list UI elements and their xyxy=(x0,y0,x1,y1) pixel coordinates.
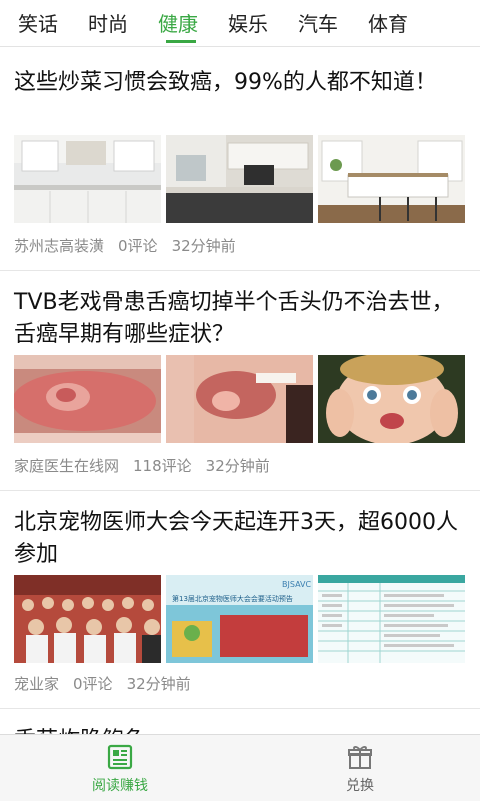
nav-read-earn[interactable]: 阅读赚钱 xyxy=(0,735,240,801)
tab-entertainment[interactable]: 娱乐 xyxy=(228,8,268,37)
article-title[interactable]: 这些炒菜习惯会致癌，99%的人都不知道！ xyxy=(14,67,466,99)
poster-title: 第13届北京宠物医师大会会要活动预告 xyxy=(172,594,293,603)
article-source: 苏州志高装潢 xyxy=(14,237,105,255)
child-face-photo xyxy=(318,355,465,443)
article-title[interactable]: 香菇炸脆鲍鱼 xyxy=(14,725,466,734)
article-meta: 宠业家 0评论 32分钟前 xyxy=(14,673,205,694)
article-title[interactable]: 北京宠物医师大会今天起连开3天，超6000人参加 xyxy=(14,507,466,571)
article-meta: 家庭医生在线网 118评论 32分钟前 xyxy=(14,455,284,476)
nav-label: 阅读赚钱 xyxy=(92,778,148,794)
kitchen-photo-3 xyxy=(318,135,465,223)
article-source: 宠业家 xyxy=(14,675,60,693)
schedule-table-image xyxy=(318,575,465,663)
tongue-photo-1 xyxy=(14,355,161,443)
comment-count: 0评论 xyxy=(73,675,113,693)
tab-cars[interactable]: 汽车 xyxy=(298,8,338,37)
comment-count: 118评论 xyxy=(133,457,192,475)
article-images[interactable] xyxy=(14,135,466,223)
comment-count: 0评论 xyxy=(118,237,158,255)
event-poster: BJSAVC 第13届北京宠物医师大会会要活动预告 xyxy=(166,575,313,663)
publish-time: 32分钟前 xyxy=(171,237,236,255)
article-images[interactable]: BJSAVC 第13届北京宠物医师大会会要活动预告 xyxy=(14,575,466,663)
bottom-navigation: 阅读赚钱 兑换 xyxy=(0,734,480,801)
kitchen-photo-1 xyxy=(14,135,161,223)
gift-box-icon xyxy=(348,746,372,769)
category-tab-bar: 笑话 时尚 健康 娱乐 汽车 体育 xyxy=(0,0,480,47)
tongue-photo-2 xyxy=(166,355,313,443)
article-title[interactable]: TVB老戏骨患舌癌切掉半个舌头仍不治去世，舌癌早期有哪些症状？ xyxy=(14,287,466,351)
nav-exchange[interactable]: 兑换 xyxy=(240,735,480,801)
publish-time: 32分钟前 xyxy=(126,675,191,693)
nav-label: 兑换 xyxy=(346,778,374,794)
article-meta: 苏州志高装潢 0评论 32分钟前 xyxy=(14,235,250,256)
newspaper-icon xyxy=(107,744,133,770)
poster-badge: BJSAVC xyxy=(282,580,312,589)
tab-jokes[interactable]: 笑话 xyxy=(18,8,58,37)
article-card[interactable]: 这些炒菜习惯会致癌，99%的人都不知道！ 苏州志高装潢 0评论 32分钟前 xyxy=(0,47,480,271)
conference-audience-photo xyxy=(14,575,161,663)
kitchen-photo-2 xyxy=(166,135,313,223)
article-card[interactable]: 香菇炸脆鲍鱼 xyxy=(0,709,480,734)
article-images[interactable] xyxy=(14,355,466,443)
tab-fashion[interactable]: 时尚 xyxy=(88,8,128,37)
tab-health[interactable]: 健康 xyxy=(158,8,198,37)
article-source: 家庭医生在线网 xyxy=(14,457,120,475)
news-feed[interactable]: 这些炒菜习惯会致癌，99%的人都不知道！ 苏州志高装潢 0评论 32分钟前 TV… xyxy=(0,47,480,734)
tab-sports[interactable]: 体育 xyxy=(368,8,408,37)
article-card[interactable]: TVB老戏骨患舌癌切掉半个舌头仍不治去世，舌癌早期有哪些症状？ 家庭医生在线网 … xyxy=(0,271,480,491)
publish-time: 32分钟前 xyxy=(205,457,270,475)
article-card[interactable]: 北京宠物医师大会今天起连开3天，超6000人参加 BJSAVC 第13届北京宠物… xyxy=(0,491,480,709)
active-tab-indicator xyxy=(166,40,196,43)
